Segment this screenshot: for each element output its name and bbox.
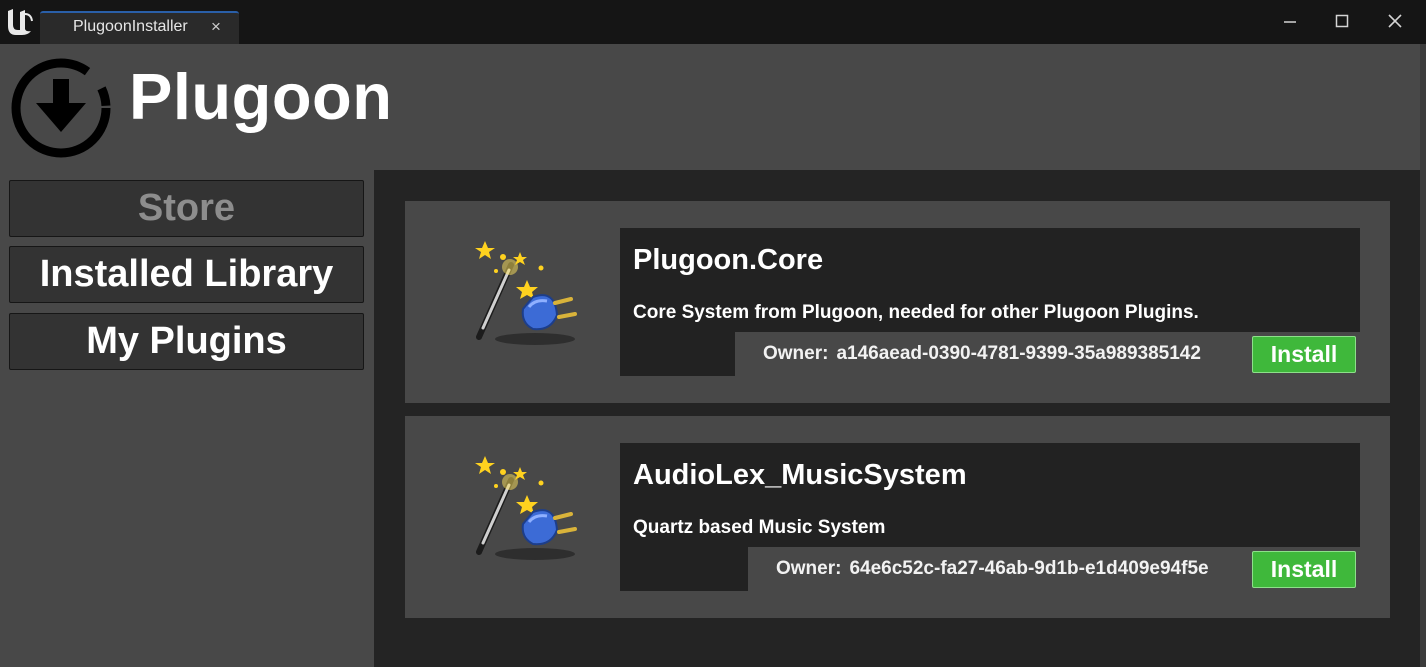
close-icon <box>1388 14 1402 28</box>
magic-wand-plug-icon <box>463 452 593 572</box>
magic-wand-plug-icon <box>463 237 593 357</box>
plugin-owner: Owner: 64e6c52c-fa27-46ab-9d1b-e1d409e94f… <box>776 558 1209 580</box>
window-titlebar: PlugoonInstaller × <box>0 0 1426 44</box>
owner-id: 64e6c52c-fa27-46ab-9d1b-e1d409e94f5e <box>849 558 1209 579</box>
minimize-icon <box>1284 21 1296 23</box>
owner-id: a146aead-0390-4781-9399-35a989385142 <box>836 343 1201 364</box>
install-button[interactable]: Install <box>1252 551 1356 588</box>
owner-label: Owner: <box>763 343 829 364</box>
tab-label: PlugoonInstaller <box>73 18 188 35</box>
install-button[interactable]: Install <box>1252 336 1356 373</box>
plugin-name: Plugoon.Core <box>633 244 824 276</box>
app-title: Plugoon <box>129 60 393 133</box>
unreal-engine-logo-icon <box>8 9 33 35</box>
plugin-name: AudioLex_MusicSystem <box>633 459 967 491</box>
plugin-info-box: AudioLex_MusicSystem Quartz based Music … <box>620 443 1360 547</box>
owner-box <box>620 547 748 591</box>
minimize-button[interactable] <box>1267 6 1313 36</box>
owner-box <box>620 332 735 376</box>
nav-installed-library-button[interactable]: Installed Library <box>9 246 364 303</box>
nav-my-plugins-button[interactable]: My Plugins <box>9 313 364 370</box>
close-window-button[interactable] <box>1372 6 1418 36</box>
tab-close-icon[interactable]: × <box>211 17 221 37</box>
plugin-card: AudioLex_MusicSystem Quartz based Music … <box>405 416 1390 618</box>
right-edge <box>1420 44 1426 667</box>
tab-plugoon-installer[interactable]: PlugoonInstaller × <box>40 11 239 44</box>
maximize-icon <box>1335 14 1349 28</box>
plugin-description: Core System from Plugoon, needed for oth… <box>633 302 1199 323</box>
plugin-description: Quartz based Music System <box>633 517 886 538</box>
plugin-owner: Owner: a146aead-0390-4781-9399-35a9893851… <box>763 343 1201 365</box>
download-logo-icon <box>11 58 111 158</box>
owner-label: Owner: <box>776 558 842 579</box>
nav-store-button[interactable]: Store <box>9 180 364 237</box>
plugin-info-box: Plugoon.Core Core System from Plugoon, n… <box>620 228 1360 332</box>
plugin-card: Plugoon.Core Core System from Plugoon, n… <box>405 201 1390 403</box>
maximize-button[interactable] <box>1319 6 1365 36</box>
